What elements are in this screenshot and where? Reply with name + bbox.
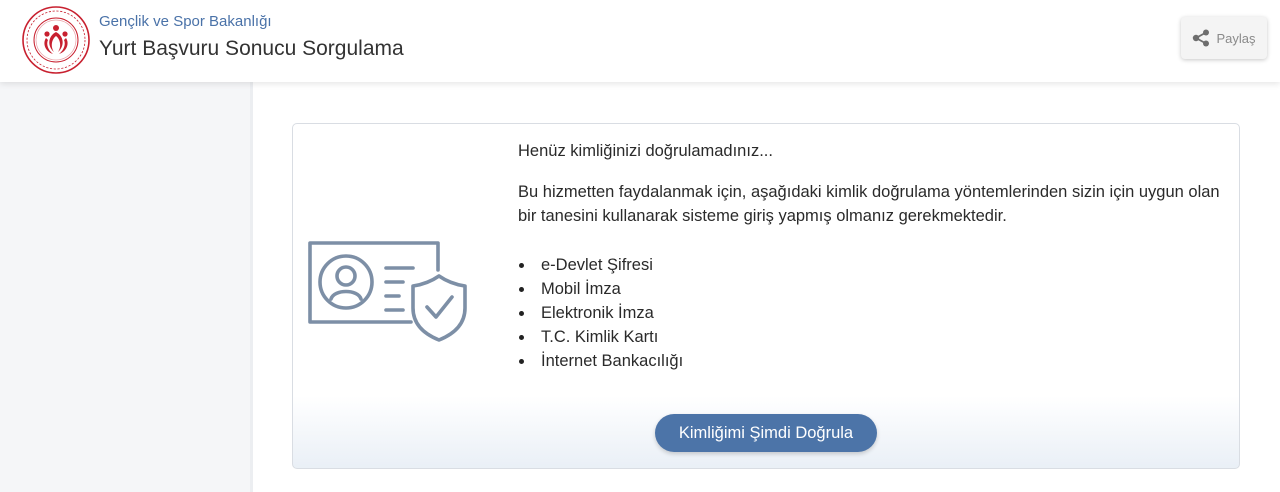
share-button[interactable]: Paylaş <box>1181 17 1267 59</box>
identity-verification-card: Henüz kimliğinizi doğrulamadınız... Bu h… <box>292 123 1240 469</box>
share-icon <box>1193 29 1210 47</box>
verification-methods-list: e-Devlet Şifresi Mobil İmza Elektronik İ… <box>518 253 683 373</box>
list-item: İnternet Bankacılığı <box>518 349 683 373</box>
id-card-shield-icon <box>308 241 467 342</box>
list-item: Mobil İmza <box>518 277 683 301</box>
ministry-name: Gençlik ve Spor Bakanlığı <box>99 13 272 30</box>
page-title: Yurt Başvuru Sonucu Sorgulama <box>99 37 404 60</box>
ministry-logo-icon[interactable] <box>22 6 90 74</box>
sidebar <box>0 82 253 492</box>
verification-heading: Henüz kimliğinizi doğrulamadınız... <box>518 142 773 160</box>
share-label: Paylaş <box>1216 30 1256 46</box>
verification-description: Bu hizmetten faydalanmak için, aşağıdaki… <box>518 183 1220 225</box>
list-item: Elektronik İmza <box>518 301 683 325</box>
list-item: T.C. Kimlik Kartı <box>518 325 683 349</box>
list-item: e-Devlet Şifresi <box>518 253 683 277</box>
verify-identity-button[interactable]: Kimliğimi Şimdi Doğrula <box>655 414 877 452</box>
page-header: Gençlik ve Spor Bakanlığı Yurt Başvuru S… <box>0 0 1280 82</box>
